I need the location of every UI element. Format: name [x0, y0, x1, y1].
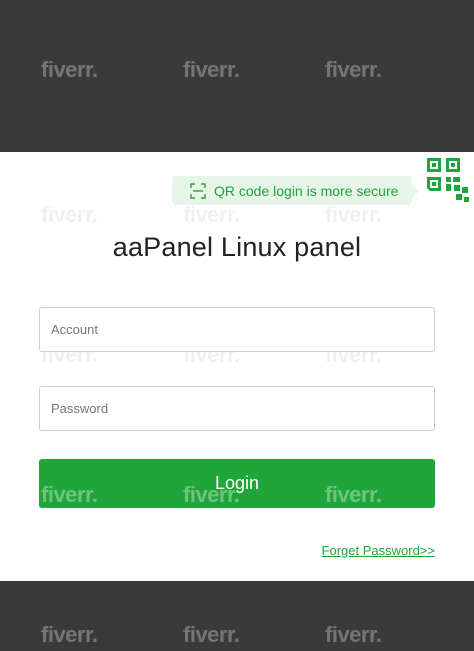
- login-button[interactable]: Login: [39, 459, 435, 508]
- account-input[interactable]: [39, 307, 435, 352]
- backdrop-top: [0, 0, 474, 152]
- qr-code-icon: [426, 158, 469, 203]
- backdrop-bottom: [0, 581, 474, 651]
- qr-login-toggle[interactable]: [408, 152, 474, 218]
- qr-login-tip: QR code login is more secure: [172, 176, 419, 205]
- watermark: fiverr.: [183, 202, 240, 227]
- qr-tip-text: QR code login is more secure: [214, 182, 399, 199]
- password-input[interactable]: [39, 386, 435, 431]
- watermark: fiverr.: [325, 202, 382, 227]
- page-title: aaPanel Linux panel: [112, 232, 362, 262]
- forget-password-link[interactable]: Forget Password>>: [322, 543, 435, 558]
- watermark: fiverr.: [41, 202, 98, 227]
- scan-icon: [190, 182, 206, 199]
- login-card: fiverr. fiverr. fiverr. fiverr. fiverr. …: [0, 152, 474, 581]
